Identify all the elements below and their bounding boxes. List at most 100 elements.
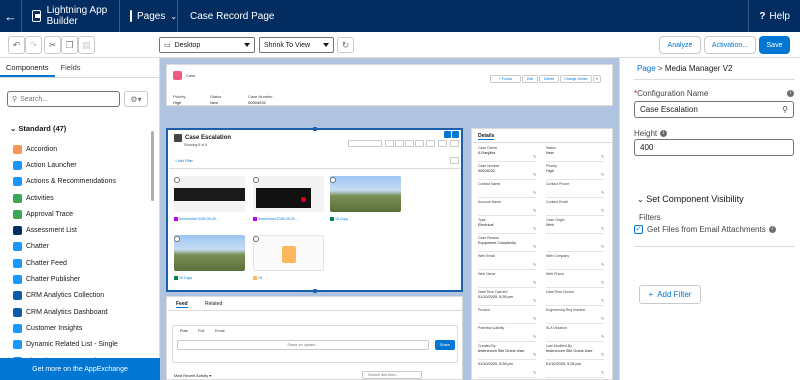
info-icon[interactable]: i	[768, 226, 776, 234]
upload-icon[interactable]	[426, 140, 435, 147]
component-item[interactable]: Dynamic Related List - Single	[13, 337, 148, 353]
undo-button[interactable]: ↶	[8, 36, 25, 54]
file-name[interactable]: 15 Copy	[330, 217, 348, 221]
scrollbar[interactable]	[151, 131, 154, 201]
tab-poll[interactable]: Poll	[198, 329, 204, 333]
view-mode-select[interactable]: Shrink To View	[259, 37, 334, 53]
cut-button[interactable]: ✂	[44, 36, 61, 54]
component-item[interactable]: Accordion	[13, 141, 148, 157]
appexchange-link[interactable]: Get more on the AppExchange	[0, 358, 160, 380]
details-component[interactable]: Details Case Owner A Ranjitha ✎ Status New ✎ C…	[471, 128, 613, 380]
file-select-checkbox[interactable]	[174, 236, 180, 242]
edit-pencil-icon[interactable]: ✎	[601, 190, 604, 195]
settings-menu-button[interactable]: ⚙▾	[124, 91, 148, 107]
file-name[interactable]: Screenshot 2025-09-29 ...	[174, 217, 219, 221]
component-item[interactable]: Chatter Feed	[13, 255, 148, 271]
file-select-checkbox[interactable]	[174, 177, 180, 183]
device-select[interactable]: ▭ Desktop	[159, 37, 255, 53]
file-thumbnail[interactable]	[253, 176, 324, 212]
edit-pencil-icon[interactable]: ✎	[533, 262, 536, 267]
more-actions-button[interactable]: ▾	[593, 75, 601, 83]
selection-handle[interactable]	[313, 289, 317, 293]
edit-pencil-icon[interactable]: ✎	[533, 244, 536, 249]
component-item[interactable]: CRM Analytics Dashboard	[13, 304, 148, 320]
edit-pencil-icon[interactable]: ✎	[601, 154, 604, 159]
help-button[interactable]: ? Help	[748, 0, 800, 32]
file-name[interactable]: 15 Copy	[174, 276, 192, 280]
edit-pencil-icon[interactable]: ✎	[533, 370, 536, 375]
edit-pencil-icon[interactable]: ✎	[533, 208, 536, 213]
change-owner-button[interactable]: Change Owner	[560, 75, 592, 83]
info-icon[interactable]: i	[787, 90, 794, 97]
tab-related[interactable]: Related	[205, 301, 222, 307]
edit-pencil-icon[interactable]: ✎	[533, 190, 536, 195]
record-header[interactable]: Case + Follow Edit Delete Change Owner ▾…	[166, 64, 613, 106]
component-item[interactable]: Approval Trace	[13, 206, 148, 222]
edit-pencil-icon[interactable]: ✎	[601, 352, 604, 357]
grid-view-icon[interactable]	[395, 140, 404, 147]
component-item[interactable]: Chatter	[13, 239, 148, 255]
share-update-input[interactable]: Share an update...	[177, 340, 429, 350]
back-button[interactable]: ←	[0, 0, 22, 32]
add-filter-button[interactable]: + Add Filter	[639, 285, 701, 304]
config-name-input[interactable]: Case Escalation ⚲	[634, 101, 794, 118]
component-item[interactable]: Customer Insights	[13, 320, 148, 336]
copy-button[interactable]: ❐	[61, 36, 78, 54]
file-select-checkbox[interactable]	[253, 236, 259, 242]
refresh-icon[interactable]	[450, 140, 459, 147]
save-button[interactable]: Save	[759, 36, 790, 54]
analyze-button[interactable]: Analyze	[659, 36, 701, 54]
component-item[interactable]: Activities	[13, 190, 148, 206]
edit-pencil-icon[interactable]: ✎	[601, 298, 604, 303]
pages-menu[interactable]: Pages ⌄	[120, 0, 178, 32]
file-name[interactable]: 15	[253, 276, 262, 280]
component-item[interactable]: CRM Analytics Collection	[13, 288, 148, 304]
edit-pencil-icon[interactable]: ✎	[601, 172, 604, 177]
refresh-button[interactable]: ↻	[337, 37, 354, 53]
tab-post[interactable]: Post	[180, 329, 188, 333]
add-filter-link[interactable]: + Add Filter	[175, 159, 193, 163]
get-files-checkbox[interactable]: ✓	[634, 225, 643, 234]
follow-button[interactable]: + Follow	[490, 75, 521, 83]
tab-details[interactable]: Details	[478, 133, 495, 140]
edit-pencil-icon[interactable]: ✎	[533, 154, 536, 159]
edit-pencil-icon[interactable]: ✎	[601, 280, 604, 285]
delete-button[interactable]: Delete	[539, 75, 559, 83]
tile-view-icon[interactable]	[405, 140, 414, 147]
paste-button[interactable]: ▤	[78, 36, 95, 54]
component-search-input[interactable]: ⚲ Search...	[7, 91, 120, 107]
media-manager-component[interactable]: Case Escalation Showing 5 of 5 + Add Fil…	[166, 127, 463, 293]
component-item[interactable]: Actions & Recommendations	[13, 174, 148, 190]
component-item[interactable]: Action Launcher	[13, 157, 148, 173]
edit-pencil-icon[interactable]: ✎	[601, 208, 604, 213]
edit-pencil-icon[interactable]: ✎	[533, 226, 536, 231]
tab-email[interactable]: Email	[215, 329, 225, 333]
height-input[interactable]: 400	[634, 139, 794, 156]
file-select-checkbox[interactable]	[330, 177, 336, 183]
edit-pencil-icon[interactable]: ✎	[533, 316, 536, 321]
edit-pencil-icon[interactable]: ✎	[601, 262, 604, 267]
edit-pencil-icon[interactable]: ✎	[533, 334, 536, 339]
edit-pencil-icon[interactable]: ✎	[533, 298, 536, 303]
file-thumbnail[interactable]	[174, 176, 245, 212]
breadcrumb-page-link[interactable]: Page	[637, 64, 656, 73]
section-standard[interactable]: ⌄ Standard (47)	[10, 124, 66, 133]
edit-pencil-icon[interactable]: ✎	[533, 172, 536, 177]
list-view-icon[interactable]	[385, 140, 394, 147]
file-select-checkbox[interactable]	[253, 177, 259, 183]
edit-pencil-icon[interactable]: ✎	[601, 370, 604, 375]
tab-feed[interactable]: Feed	[176, 301, 188, 308]
edit-pencil-icon[interactable]: ✎	[601, 244, 604, 249]
redo-button[interactable]: ↷	[25, 36, 42, 54]
tab-fields[interactable]: Fields	[55, 58, 87, 77]
selection-handle[interactable]	[313, 127, 317, 131]
component-item[interactable]: Assessment List	[13, 222, 148, 238]
edit-pencil-icon[interactable]: ✎	[601, 226, 604, 231]
expand-icon[interactable]	[438, 140, 447, 147]
share-button[interactable]: Share	[435, 340, 455, 350]
edit-pencil-icon[interactable]: ✎	[601, 316, 604, 321]
visibility-section-toggle[interactable]: ⌄ Set Component Visibility	[637, 194, 744, 204]
file-name[interactable]: Screenshot 2025-09-29 ...	[253, 217, 298, 221]
feed-sort-select[interactable]: Most Recent Activity ▾	[174, 373, 211, 378]
activation-button[interactable]: Activation...	[704, 36, 756, 54]
